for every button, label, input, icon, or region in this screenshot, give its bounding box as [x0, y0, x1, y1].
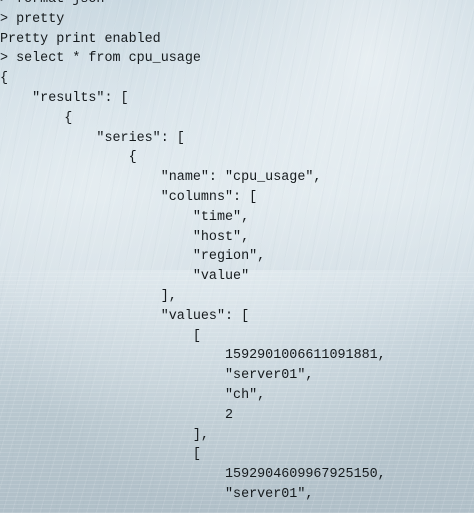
terminal-line: > format json [0, 0, 474, 10]
terminal-line: > pretty [0, 11, 65, 27]
terminal-line: { [0, 150, 137, 166]
terminal-line: 1592904609967925150, [0, 467, 386, 483]
terminal-line: "server01", [0, 368, 314, 384]
terminal-line: { [0, 71, 9, 87]
terminal-line: { [0, 110, 73, 126]
terminal-output[interactable]: > format json > pretty Pretty print enab… [0, 0, 474, 513]
terminal-line: [ [0, 328, 201, 344]
terminal-line: "columns": [ [0, 189, 258, 205]
terminal-line: "region", [0, 249, 266, 265]
terminal-line: > select * from cpu_usage [0, 51, 201, 67]
terminal-line: ], [0, 288, 177, 304]
terminal-line: "time", [0, 209, 250, 225]
terminal-line: "values": [ [0, 308, 250, 324]
terminal-line: "value" [0, 269, 250, 285]
terminal-line: "server01", [0, 486, 314, 502]
terminal-line: "results": [ [0, 90, 129, 106]
terminal-line: "host", [0, 229, 250, 245]
terminal-line: "series": [ [0, 130, 185, 146]
terminal-line: Pretty print enabled [0, 31, 161, 47]
terminal-line: 1592901006611091881, [0, 348, 386, 364]
terminal-line: ], [0, 427, 209, 443]
terminal-line: 2 [0, 407, 234, 423]
terminal-line: "ch", [0, 387, 266, 403]
terminal-line: [ [0, 447, 201, 463]
terminal-line: "name": "cpu_usage", [0, 170, 322, 186]
